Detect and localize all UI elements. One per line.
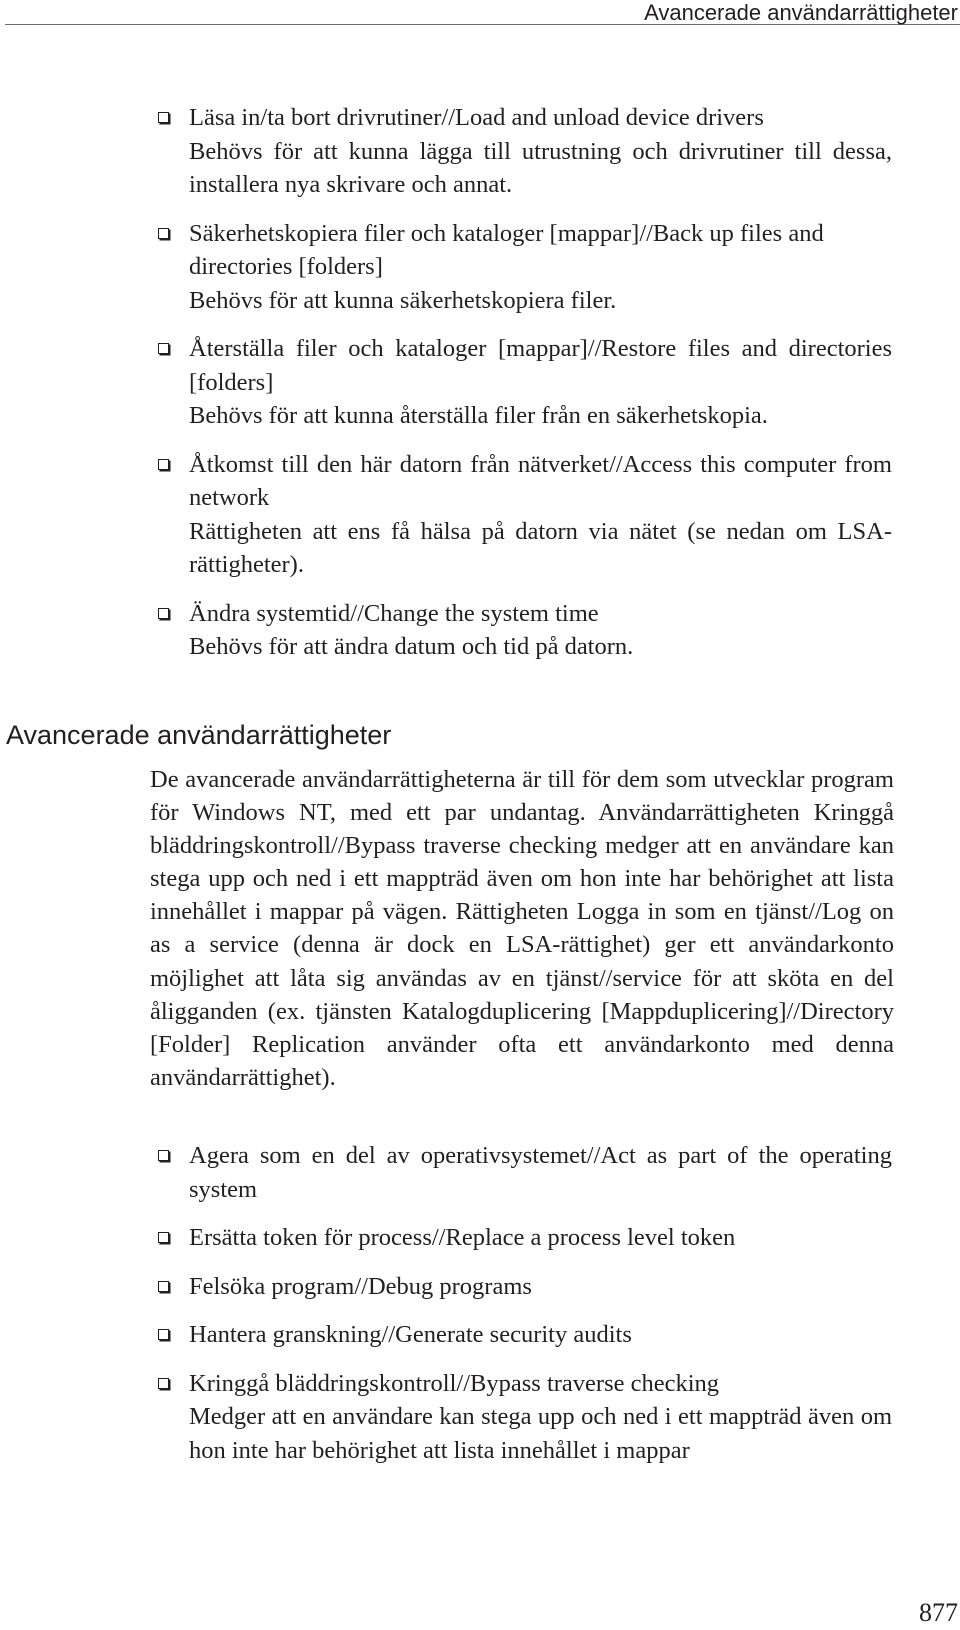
right-title: Hantera granskning//Generate security au… bbox=[189, 1321, 632, 1348]
list-item: Kringgå bläddringskontroll//Bypass trave… bbox=[156, 1367, 892, 1468]
list-item: Ersätta token för process//Replace a pro… bbox=[156, 1221, 892, 1255]
list-item: Återställa filer och kataloger [mappar]/… bbox=[156, 332, 892, 433]
right-title: Återställa filer och kataloger [mappar]/… bbox=[189, 335, 892, 396]
right-title: Säkerhetskopiera filer och kataloger [ma… bbox=[189, 219, 824, 281]
checkbox-square-icon bbox=[158, 1280, 169, 1292]
checkbox-square-icon bbox=[158, 227, 169, 239]
checkbox-square-icon bbox=[158, 1377, 169, 1389]
list-item: Åtkomst till den här datorn från nätverk… bbox=[156, 448, 892, 582]
running-header: Avancerade användarrättigheter bbox=[5, 0, 960, 25]
right-description: Behövs för att kunna lägga till utrustni… bbox=[189, 137, 892, 199]
body-paragraph: De avancerade användarrättigheterna är t… bbox=[150, 766, 894, 1091]
section-heading: Avancerade användarrättigheter bbox=[6, 720, 392, 750]
right-title: Agera som en del av operativsystemet//Ac… bbox=[189, 1142, 892, 1203]
right-description: Medger att en användare kan stega upp oc… bbox=[189, 1403, 892, 1464]
right-title: Åtkomst till den här datorn från nätverk… bbox=[189, 450, 892, 512]
checkbox-square-icon bbox=[158, 458, 169, 470]
list-item: Ändra systemtid//Change the system time … bbox=[156, 597, 892, 664]
list-item: Agera som en del av operativsystemet//Ac… bbox=[156, 1139, 892, 1206]
right-title: Ersätta token för process//Replace a pro… bbox=[189, 1224, 736, 1251]
advanced-rights-list: Agera som en del av operativsystemet//Ac… bbox=[156, 1139, 892, 1467]
checkbox-square-icon bbox=[158, 112, 169, 123]
right-title: Felsöka program//Debug programs bbox=[189, 1272, 532, 1300]
right-title: Ändra systemtid//Change the system time bbox=[189, 599, 599, 627]
right-description: Behövs för att kunna säkerhetskopiera fi… bbox=[189, 286, 617, 314]
checkbox-square-icon bbox=[158, 343, 169, 354]
list-item: Säkerhetskopiera filer och kataloger [ma… bbox=[156, 217, 892, 318]
right-title: Kringgå bläddringskontroll//Bypass trave… bbox=[189, 1369, 720, 1397]
page-number: 877 bbox=[919, 1598, 958, 1627]
checkbox-square-icon bbox=[158, 1232, 169, 1243]
right-description: Behövs för att kunna återställa filer fr… bbox=[189, 402, 768, 429]
checkbox-square-icon bbox=[158, 1150, 169, 1161]
running-header-title: Avancerade användarrättigheter bbox=[644, 0, 958, 25]
right-description: Rättigheten att ens få hälsa på datorn v… bbox=[189, 517, 892, 579]
checkbox-square-icon bbox=[158, 1329, 169, 1340]
checkbox-square-icon bbox=[158, 607, 169, 619]
list-item: Hantera granskning//Generate security au… bbox=[156, 1318, 892, 1352]
right-description: Behövs för att ändra datum och tid på da… bbox=[189, 633, 634, 660]
list-item: Felsöka program//Debug programs bbox=[156, 1270, 892, 1304]
list-item: Läsa in/ta bort drivrutiner//Load and un… bbox=[156, 101, 892, 202]
right-title: Läsa in/ta bort drivrutiner//Load and un… bbox=[189, 104, 764, 131]
user-rights-list: Läsa in/ta bort drivrutiner//Load and un… bbox=[156, 101, 892, 664]
